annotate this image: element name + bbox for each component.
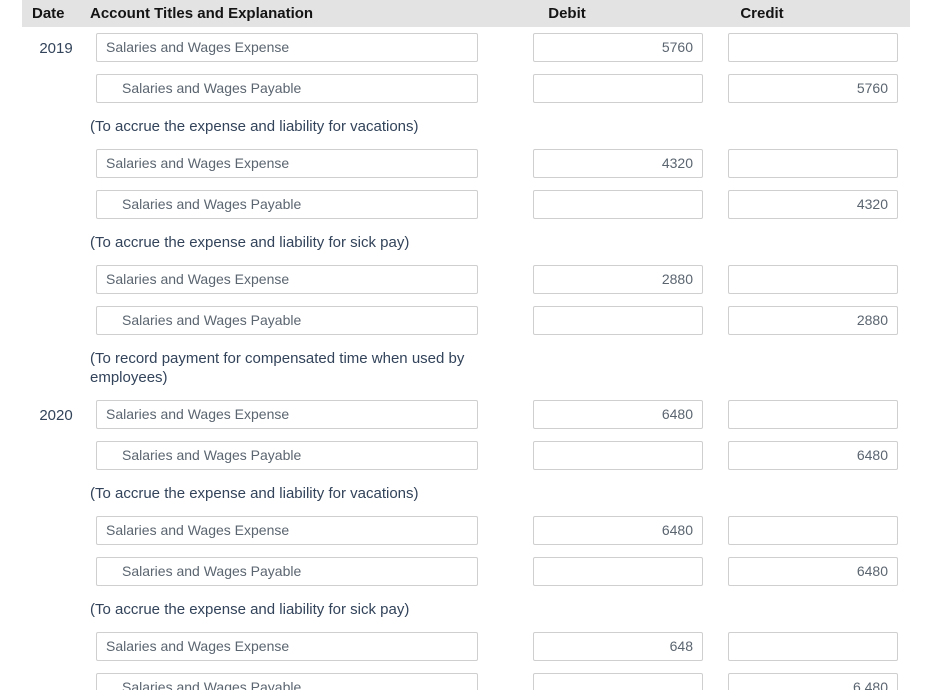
entry-explanation: (To accrue the expense and liability for… [90,485,419,502]
table-header-row: Date Account Titles and Explanation Debi… [22,0,910,27]
credit-amount-input[interactable]: 4320 [728,190,898,219]
credit-amount-input[interactable] [728,632,898,661]
debit-amount-input[interactable] [533,190,703,219]
credit-amount-input[interactable] [728,33,898,62]
account-title-input[interactable]: Salaries and Wages Payable [96,441,478,470]
debit-amount-input[interactable]: 4320 [533,149,703,178]
column-header-credit: Credit [740,5,784,22]
account-title-input[interactable]: Salaries and Wages Payable [96,74,478,103]
entry-explanation: (To accrue the expense and liability for… [90,601,410,618]
table-row: Salaries and Wages Payable 6,480 [0,673,944,690]
debit-amount-input[interactable]: 5760 [533,33,703,62]
account-title-input[interactable]: Salaries and Wages Expense [96,632,478,661]
debit-amount-input[interactable]: 6480 [533,516,703,545]
account-title-input[interactable]: Salaries and Wages Expense [96,33,478,62]
table-row: Salaries and Wages Payable 6480 [0,441,944,472]
account-title-input[interactable]: Salaries and Wages Payable [96,190,478,219]
table-row: Salaries and Wages Expense 648 [0,632,944,663]
credit-amount-input[interactable] [728,516,898,545]
table-row: Salaries and Wages Payable 5760 [0,74,944,105]
credit-amount-input[interactable]: 2880 [728,306,898,335]
account-title-input[interactable]: Salaries and Wages Expense [96,265,478,294]
account-title-input[interactable]: Salaries and Wages Expense [96,400,478,429]
debit-amount-input[interactable] [533,74,703,103]
row-date-label: 2020 [39,407,73,424]
table-row: Salaries and Wages Expense 4320 [0,149,944,180]
account-title-input[interactable]: Salaries and Wages Payable [96,306,478,335]
account-title-input[interactable]: Salaries and Wages Payable [96,557,478,586]
column-header-debit: Debit [548,5,586,22]
account-title-input[interactable]: Salaries and Wages Payable [96,673,478,690]
debit-amount-input[interactable]: 648 [533,632,703,661]
table-row: Salaries and Wages Payable 4320 [0,190,944,221]
column-header-date: Date [32,5,65,22]
entry-explanation: (To accrue the expense and liability for… [90,118,419,135]
debit-amount-input[interactable] [533,557,703,586]
credit-amount-input[interactable]: 6480 [728,557,898,586]
credit-amount-input[interactable]: 6,480 [728,673,898,690]
debit-amount-input[interactable] [533,441,703,470]
table-row: 2019 Salaries and Wages Expense 5760 [0,33,944,64]
account-title-input[interactable]: Salaries and Wages Expense [96,149,478,178]
journal-entry-table: Date Account Titles and Explanation Debi… [0,0,944,690]
table-row: Salaries and Wages Expense 2880 [0,265,944,296]
credit-amount-input[interactable]: 6480 [728,441,898,470]
debit-amount-input[interactable]: 6480 [533,400,703,429]
credit-amount-input[interactable]: 5760 [728,74,898,103]
column-header-account: Account Titles and Explanation [90,5,314,22]
row-date-label: 2019 [39,40,73,57]
account-title-input[interactable]: Salaries and Wages Expense [96,516,478,545]
credit-amount-input[interactable] [728,400,898,429]
credit-amount-input[interactable] [728,149,898,178]
table-row: Salaries and Wages Expense 6480 [0,516,944,547]
entry-explanation: (To record payment for compensated time … [90,350,465,386]
debit-amount-input[interactable]: 2880 [533,265,703,294]
debit-amount-input[interactable] [533,673,703,690]
table-row: 2020 Salaries and Wages Expense 6480 [0,400,944,431]
credit-amount-input[interactable] [728,265,898,294]
entry-explanation: (To accrue the expense and liability for… [90,234,410,251]
debit-amount-input[interactable] [533,306,703,335]
table-row: Salaries and Wages Payable 2880 [0,306,944,337]
table-row: Salaries and Wages Payable 6480 [0,557,944,588]
